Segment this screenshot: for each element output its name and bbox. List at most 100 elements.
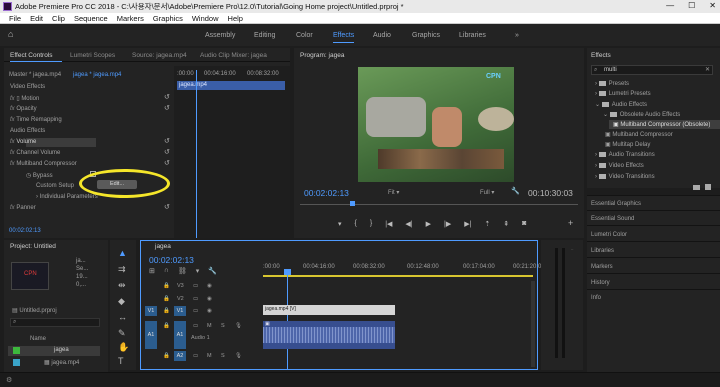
source-a1-patch[interactable]: A1	[145, 321, 157, 349]
delete-icon[interactable]	[705, 184, 711, 190]
workspace-audio[interactable]: Audio	[373, 32, 391, 39]
lock-a1-icon[interactable]: 🔒	[163, 323, 170, 333]
wrench-icon[interactable]: 🔧	[511, 187, 520, 195]
timeline-scrollbar[interactable]	[531, 281, 535, 367]
track-v1-header[interactable]: V1	[174, 306, 186, 316]
effects-search-input[interactable]: multi	[604, 67, 617, 73]
mini-timeline[interactable]: :00:00 00:04:16:00 00:08:32:00 jagea.mp4	[174, 66, 290, 238]
lock-v1-icon[interactable]: 🔒	[163, 308, 170, 318]
menu-markers[interactable]: Markers	[117, 14, 144, 23]
mute-a2-icon[interactable]: M	[207, 353, 212, 363]
play-icon[interactable]: ▶	[426, 220, 431, 228]
workspace-graphics[interactable]: Graphics	[412, 32, 440, 39]
sync-a2-icon[interactable]: ▭	[193, 353, 198, 363]
name-column-header[interactable]: Name	[30, 336, 46, 342]
mic-a2-icon[interactable]: 🎙	[235, 353, 242, 363]
lock-v2-icon[interactable]: 🔒	[163, 296, 170, 306]
mute-a1-icon[interactable]: M	[207, 323, 212, 333]
effects-item-video-transitions[interactable]: › Video Transitions	[595, 174, 655, 180]
go-to-out-icon[interactable]: ▶|	[464, 220, 471, 228]
master-clip-label[interactable]: Master * jagea.mp4	[9, 72, 61, 78]
reset-motion-icon[interactable]: ↺	[164, 93, 170, 101]
source-v1-patch[interactable]: V1	[145, 306, 157, 316]
solo-a1-icon[interactable]: S	[221, 323, 225, 333]
sync-v3-icon[interactable]: ▭	[193, 283, 198, 293]
close-button[interactable]: ✕	[709, 1, 716, 10]
workspace-effects[interactable]: Effects	[333, 32, 355, 43]
menu-help[interactable]: Help	[228, 14, 243, 23]
project-tab[interactable]: Project: Untitled	[10, 243, 56, 250]
panel-lumetri-color[interactable]: Lumetri Color	[591, 232, 627, 238]
workspace-overflow-icon[interactable]: »	[515, 32, 519, 39]
menu-window[interactable]: Window	[192, 14, 219, 23]
program-tab[interactable]: Program: jagea	[300, 52, 344, 59]
workspace-libraries[interactable]: Libraries	[459, 32, 486, 39]
eye-v1-icon[interactable]: ◉	[207, 308, 212, 318]
volume-row[interactable]: fx Volume	[10, 139, 36, 145]
panel-info[interactable]: Info	[591, 295, 601, 301]
sequence-clip-label[interactable]: jagea * jagea.mp4	[73, 72, 121, 78]
reset-channel-volume-icon[interactable]: ↺	[164, 148, 170, 156]
snap-icon[interactable]: ∩	[164, 267, 169, 275]
home-icon[interactable]: ⌂	[8, 29, 13, 39]
effects-item-video-effects[interactable]: › Video Effects	[595, 163, 644, 169]
tab-audio-clip-mixer[interactable]: Audio Clip Mixer: jagea	[200, 52, 267, 59]
effects-item-multitap-delay[interactable]: ▣ Multitap Delay	[605, 141, 650, 148]
sync-v1-icon[interactable]: ▭	[193, 308, 198, 318]
slip-tool-icon[interactable]: ↔	[118, 312, 127, 322]
minimize-button[interactable]: —	[666, 1, 674, 10]
razor-tool-icon[interactable]: ◆	[118, 296, 125, 307]
step-forward-icon[interactable]: |▶	[444, 220, 451, 228]
audio-clip[interactable]: ▣	[263, 321, 395, 349]
mark-out-icon[interactable]: }	[370, 220, 372, 228]
timeline-playhead[interactable]	[287, 269, 288, 369]
menu-file[interactable]: File	[9, 14, 21, 23]
step-back-icon[interactable]: ◀|	[405, 220, 412, 228]
selection-tool-icon[interactable]: ▲	[118, 248, 127, 258]
effects-title[interactable]: Effects	[591, 52, 611, 59]
effects-search[interactable]: ⌕ multi ✕	[591, 65, 713, 75]
track-a2-header[interactable]: A2	[174, 351, 186, 361]
effect-controls-timecode[interactable]: 00:02:02:13	[9, 228, 41, 234]
effects-item-audio-transitions[interactable]: › Audio Transitions	[595, 152, 655, 158]
menu-sequence[interactable]: Sequence	[74, 14, 108, 23]
extract-icon[interactable]: ⇞	[503, 220, 509, 228]
reset-panner-icon[interactable]: ↺	[164, 203, 170, 211]
effects-item-obsolete-audio[interactable]: ⌄ Obsolete Audio Effects	[603, 111, 680, 118]
menu-graphics[interactable]: Graphics	[153, 14, 183, 23]
individual-params-row[interactable]: › Individual Parameters	[36, 194, 98, 200]
maximize-button[interactable]: ☐	[688, 1, 695, 10]
effects-item-audio-effects[interactable]: ⌄ Audio Effects	[595, 101, 647, 108]
reset-opacity-icon[interactable]: ↺	[164, 104, 170, 112]
eye-v2-icon[interactable]: ◉	[207, 296, 212, 306]
tab-source[interactable]: Source: jagea.mp4	[132, 52, 187, 59]
export-frame-icon[interactable]: ◙	[522, 220, 526, 228]
solo-a2-icon[interactable]: S	[221, 353, 225, 363]
reset-multiband-icon[interactable]: ↺	[164, 159, 170, 167]
menu-edit[interactable]: Edit	[30, 14, 43, 23]
project-item-jagea[interactable]: jagea	[54, 347, 69, 353]
lock-a2-icon[interactable]: 🔒	[163, 353, 170, 363]
track-select-tool-icon[interactable]: ⇉	[118, 264, 126, 275]
fit-dropdown[interactable]: Fit ▾	[388, 189, 399, 196]
sync-v2-icon[interactable]: ▭	[193, 296, 198, 306]
multiband-compressor-row[interactable]: fx Multiband Compressor	[10, 161, 77, 167]
time-remapping-row[interactable]: fx Time Remapping	[10, 117, 62, 123]
project-thumbnail[interactable]: CPN	[11, 262, 49, 290]
mark-in-icon[interactable]: {	[355, 220, 357, 228]
ripple-edit-tool-icon[interactable]: ⇹	[118, 280, 126, 291]
sync-a1-icon[interactable]: ▭	[193, 323, 198, 333]
project-search-input[interactable]: ⌕	[10, 318, 100, 327]
add-marker-icon[interactable]: ▾	[338, 220, 342, 228]
opacity-row[interactable]: fx Opacity	[10, 106, 37, 112]
tab-lumetri-scopes[interactable]: Lumetri Scopes	[70, 52, 115, 59]
panel-essential-sound[interactable]: Essential Sound	[591, 216, 634, 222]
tab-effect-controls[interactable]: Effect Controls	[10, 52, 53, 59]
effects-item-presets[interactable]: › Presets	[595, 81, 629, 87]
linked-selection-icon[interactable]: ⛓	[178, 267, 187, 275]
timeline-tab[interactable]: jagea	[155, 243, 171, 250]
mic-a1-icon[interactable]: 🎙	[235, 323, 242, 333]
add-button-icon[interactable]: +	[568, 218, 573, 228]
new-bin-icon[interactable]	[693, 185, 700, 190]
video-clip[interactable]: jagea.mp4 [V]	[263, 305, 395, 315]
